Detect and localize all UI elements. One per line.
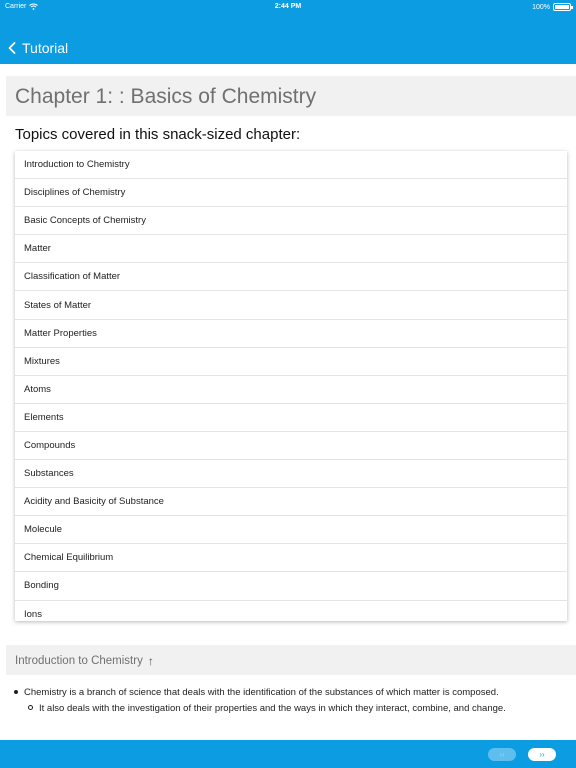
topic-list-item[interactable]: Matter (15, 235, 567, 264)
chevron-left-icon (8, 42, 16, 54)
status-right: 100% (532, 3, 573, 11)
topic-list-item[interactable]: Acidity and Basicity of Substance (15, 488, 567, 517)
topic-list-item[interactable]: Classification of Matter (15, 263, 567, 292)
battery-icon (553, 3, 573, 11)
topic-list-item[interactable]: Mixtures (15, 348, 567, 376)
topic-list-item[interactable]: Disciplines of Chemistry (15, 179, 567, 208)
back-label: Tutorial (22, 40, 69, 56)
back-button[interactable]: Tutorial (8, 40, 68, 56)
section-body: Chemistry is a branch of science that de… (14, 687, 570, 714)
section-header: Introduction to Chemistry ↑ (6, 645, 576, 675)
chapter-content[interactable]: Chapter 1: : Basics of Chemistry Topics … (0, 64, 576, 740)
bullet-text: Chemistry is a branch of science that de… (24, 687, 499, 698)
sub-bullet-text: It also deals with the investigation of … (39, 703, 506, 714)
app-header: Carrier 2:44 PM 100% Tutorial (0, 0, 576, 64)
section-title-row: Introduction to Chemistry ↑ (15, 654, 154, 668)
topic-list-item[interactable]: Basic Concepts of Chemistry (15, 207, 567, 236)
topic-list-item[interactable]: Introduction to Chemistry (15, 151, 567, 180)
arrow-up-icon[interactable]: ↑ (148, 654, 154, 668)
next-page-button[interactable]: ›› (528, 748, 556, 761)
section-title: Introduction to Chemistry (15, 655, 143, 667)
battery-percent: 100% (532, 3, 550, 11)
bullet-dot-icon (14, 690, 18, 694)
topics-heading: Topics covered in this snack-sized chapt… (15, 126, 301, 143)
page-title: Chapter 1: : Basics of Chemistry (15, 85, 317, 108)
topic-list-item[interactable]: Chemical Equilibrium (15, 544, 567, 573)
topic-list-item[interactable]: States of Matter (15, 291, 567, 320)
screen: Carrier 2:44 PM 100% Tutorial Chapter 1:… (0, 0, 576, 768)
status-time: 2:44 PM (274, 3, 302, 10)
sub-bullet-item: It also deals with the investigation of … (28, 703, 570, 714)
status-bar: Carrier 2:44 PM 100% (0, 0, 576, 14)
topic-list: Introduction to Chemistry Disciplines of … (15, 151, 567, 621)
topic-list-item[interactable]: Ions (15, 601, 567, 629)
bullet-circle-icon (28, 705, 33, 710)
topic-list-item[interactable]: Substances (15, 460, 567, 489)
topic-list-item[interactable]: Bonding (15, 572, 567, 601)
footer-bar: ‹‹ ›› (0, 740, 576, 768)
bullet-item: Chemistry is a branch of science that de… (14, 687, 570, 698)
topic-list-item[interactable]: Matter Properties (15, 320, 567, 348)
topic-list-item[interactable]: Elements (15, 404, 567, 432)
topic-list-item[interactable]: Atoms (15, 376, 567, 404)
previous-page-button[interactable]: ‹‹ (488, 748, 516, 761)
chapter-title-band: Chapter 1: : Basics of Chemistry (6, 76, 576, 116)
topic-list-item[interactable]: Compounds (15, 432, 567, 461)
battery-fill (555, 5, 569, 9)
topic-list-item[interactable]: Molecule (15, 516, 567, 545)
